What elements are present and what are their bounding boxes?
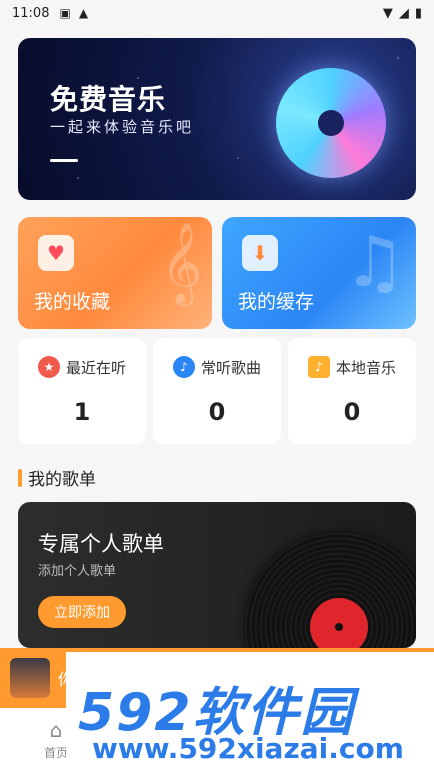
- personal-playlist-card[interactable]: 专属个人歌单 添加个人歌单 立即添加: [18, 502, 416, 648]
- playlist-subtitle: 添加个人歌单: [38, 564, 117, 579]
- playlist-section-title: 我的歌单: [18, 465, 96, 490]
- stat-recent[interactable]: ★ 最近在听 1: [18, 338, 146, 444]
- banner-title: 免费音乐: [50, 83, 167, 116]
- watermark-overlay: 592软件园 www.592xiazai.com: [66, 652, 434, 773]
- cache-card[interactable]: ♫ ⬇ 我的缓存: [222, 217, 416, 329]
- stat-local-head: ♪ 本地音乐: [308, 356, 396, 378]
- nav-home-label: 首页: [43, 746, 68, 760]
- favorites-card[interactable]: 𝄞 ♥ 我的收藏: [18, 217, 212, 329]
- banner-dash: [50, 159, 78, 162]
- banner-subtitle: 一起来体验音乐吧: [50, 118, 195, 136]
- stat-local-value: 0: [343, 398, 361, 426]
- music-notes-icon: ♫: [343, 221, 406, 303]
- cache-label: 我的缓存: [238, 291, 315, 313]
- signal-icon: ◢: [398, 5, 409, 21]
- stat-frequent-head: ♪ 常听歌曲: [173, 356, 261, 378]
- heart-icon: ♥: [38, 235, 74, 271]
- section-accent-bar: [18, 468, 22, 487]
- watermark-url: www.592xiazai.com: [92, 732, 404, 765]
- stat-recent-label: 最近在听: [66, 358, 127, 377]
- vinyl-hole: [335, 623, 343, 631]
- stat-frequent-label: 常听歌曲: [201, 358, 262, 377]
- stat-local-label: 本地音乐: [336, 358, 397, 377]
- favorites-label: 我的收藏: [34, 291, 111, 313]
- status-bar: 11:08 ▣ ▲ ▼ ◢ ▮: [0, 0, 434, 26]
- wifi-icon: ▼: [382, 5, 393, 21]
- disc-hole: [318, 110, 344, 136]
- treble-clef-icon: 𝄞: [160, 221, 202, 303]
- music-note-icon: ♪: [173, 356, 195, 378]
- status-right: ▼ ◢ ▮: [383, 6, 422, 21]
- download-icon: ⬇: [242, 235, 278, 271]
- album-thumbnail: [10, 658, 50, 698]
- status-time: 11:08: [12, 5, 50, 21]
- stat-frequent-value: 0: [208, 398, 226, 426]
- stat-frequent[interactable]: ♪ 常听歌曲 0: [153, 338, 281, 444]
- stat-recent-head: ★ 最近在听: [38, 356, 126, 378]
- playlist-title: 专属个人歌单: [38, 532, 164, 556]
- folder-music-icon: ♪: [308, 356, 330, 378]
- hero-banner[interactable]: 免费音乐 一起来体验音乐吧: [18, 38, 416, 200]
- stat-local[interactable]: ♪ 本地音乐 0: [288, 338, 416, 444]
- warning-icon: ▲: [78, 6, 89, 20]
- battery-icon: ▮: [414, 5, 422, 21]
- add-playlist-button[interactable]: 立即添加: [38, 596, 126, 628]
- section-title-text: 我的歌单: [28, 470, 96, 490]
- star-icon: ★: [38, 356, 60, 378]
- stat-recent-value: 1: [73, 398, 91, 426]
- app-notification-icon: ▣: [59, 6, 71, 20]
